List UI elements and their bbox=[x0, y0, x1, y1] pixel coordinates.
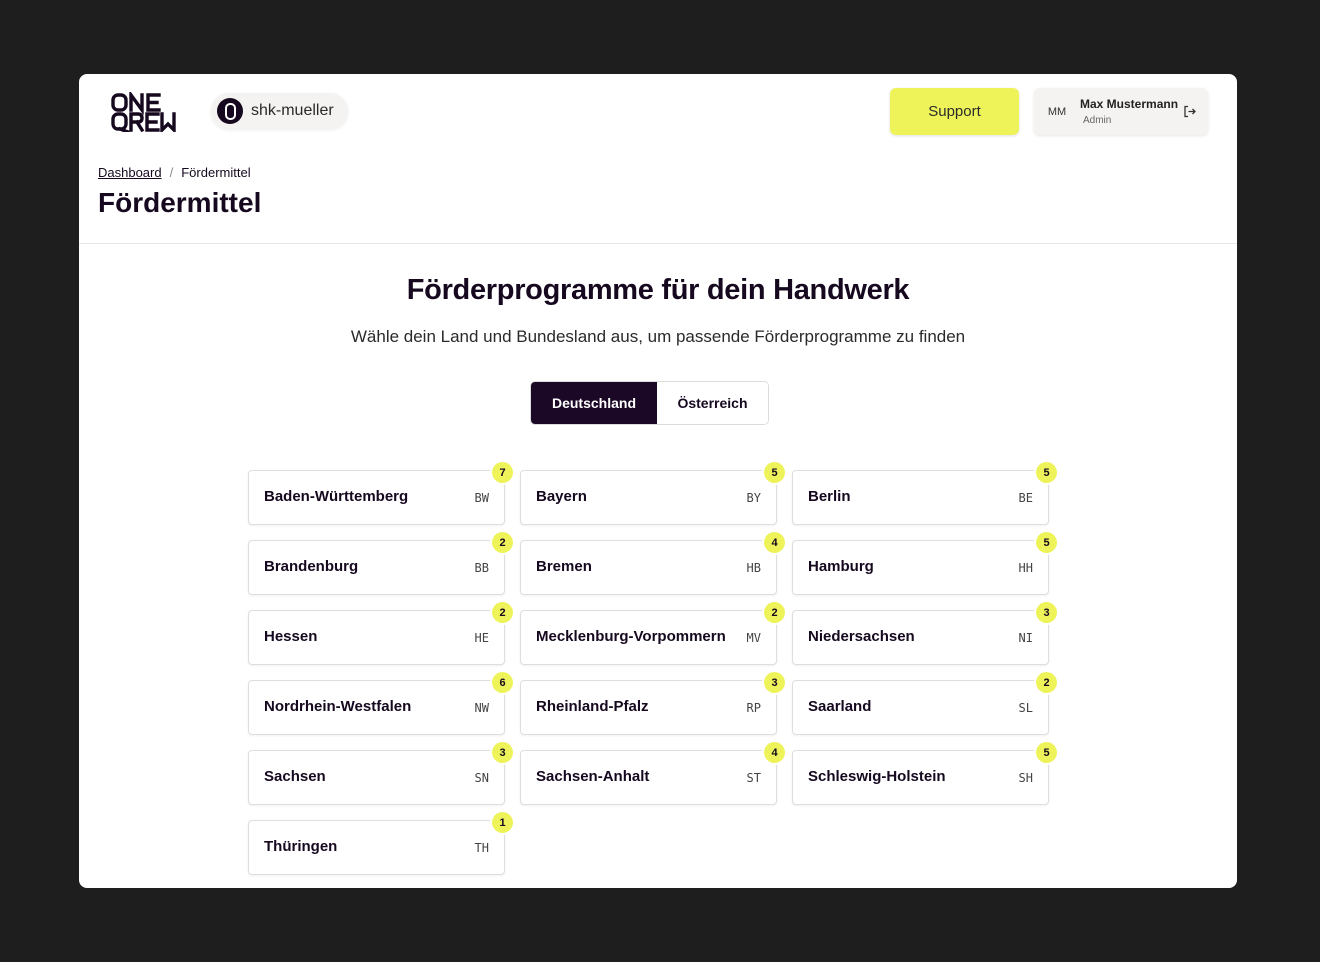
header-divider bbox=[79, 243, 1237, 244]
program-count-badge: 5 bbox=[764, 462, 785, 483]
country-toggle: Deutschland Österreich bbox=[530, 381, 769, 425]
state-code: NI bbox=[1018, 631, 1033, 645]
state-code: TH bbox=[474, 841, 489, 855]
state-name: Nordrhein-Westfalen bbox=[264, 698, 412, 715]
state-name: Hamburg bbox=[808, 558, 874, 575]
state-name: Rheinland-Pfalz bbox=[536, 698, 649, 715]
state-card-sachsen-anhalt[interactable]: Sachsen-Anhalt ST 4 bbox=[520, 742, 785, 805]
state-card-sachsen[interactable]: Sachsen SN 3 bbox=[248, 742, 513, 805]
state-code: BY bbox=[746, 491, 761, 505]
state-name: Saarland bbox=[808, 698, 872, 715]
user-role: Admin bbox=[1083, 115, 1112, 126]
program-count-badge: 2 bbox=[492, 532, 513, 553]
app-window: shk-mueller Support MM Max Mustermann Ad… bbox=[79, 74, 1237, 888]
state-code: SH bbox=[1018, 771, 1033, 785]
program-count-badge: 7 bbox=[492, 462, 513, 483]
state-code: HB bbox=[746, 561, 761, 575]
state-name: Niedersachsen bbox=[808, 628, 915, 645]
program-count-badge: 3 bbox=[764, 672, 785, 693]
state-name: Berlin bbox=[808, 488, 851, 505]
workspace-icon bbox=[217, 98, 243, 124]
program-count-badge: 5 bbox=[1036, 462, 1057, 483]
state-name: Bayern bbox=[536, 488, 587, 505]
state-card-rheinland-pfalz[interactable]: Rheinland-Pfalz RP 3 bbox=[520, 672, 785, 735]
avatar: MM bbox=[1047, 105, 1067, 118]
program-count-badge: 4 bbox=[764, 532, 785, 553]
breadcrumb: Dashboard / Fördermittel bbox=[98, 165, 251, 180]
breadcrumb-separator: / bbox=[169, 165, 174, 180]
state-grid: Baden-Württemberg BW 7 Bayern BY 5 Berli… bbox=[248, 462, 1057, 875]
breadcrumb-current: Fördermittel bbox=[181, 165, 251, 180]
state-card-berlin[interactable]: Berlin BE 5 bbox=[792, 462, 1057, 525]
state-code: SN bbox=[474, 771, 489, 785]
onequrew-logo[interactable] bbox=[111, 92, 185, 132]
state-name: Hessen bbox=[264, 628, 318, 645]
state-name: Baden-Württemberg bbox=[264, 488, 409, 505]
workspace-name: shk-mueller bbox=[251, 102, 334, 119]
state-code: BB bbox=[474, 561, 489, 575]
program-count-badge: 3 bbox=[1036, 602, 1057, 623]
state-name: Sachsen bbox=[264, 768, 326, 785]
state-code: RP bbox=[746, 701, 761, 715]
program-count-badge: 2 bbox=[764, 602, 785, 623]
state-code: SL bbox=[1018, 701, 1033, 715]
state-card-schleswig-holstein[interactable]: Schleswig-Holstein SH 5 bbox=[792, 742, 1057, 805]
state-card-hamburg[interactable]: Hamburg HH 5 bbox=[792, 532, 1057, 595]
workspace-selector[interactable]: shk-mueller bbox=[211, 93, 348, 129]
state-card-mecklenburg-vorpommern[interactable]: Mecklenburg-Vorpommern MV 2 bbox=[520, 602, 785, 665]
breadcrumb-dashboard-link[interactable]: Dashboard bbox=[98, 165, 162, 180]
state-name: Schleswig-Holstein bbox=[808, 768, 946, 785]
program-count-badge: 4 bbox=[764, 742, 785, 763]
state-code: HE bbox=[474, 631, 489, 645]
state-code: MV bbox=[746, 631, 761, 645]
program-count-badge: 1 bbox=[492, 812, 513, 833]
state-card-hessen[interactable]: Hessen HE 2 bbox=[248, 602, 513, 665]
user-menu[interactable]: MM Max Mustermann Admin bbox=[1034, 88, 1208, 135]
program-count-badge: 3 bbox=[492, 742, 513, 763]
state-code: NW bbox=[474, 701, 489, 715]
state-name: Thüringen bbox=[264, 838, 338, 855]
page-title: Fördermittel bbox=[98, 187, 262, 218]
state-card-niedersachsen[interactable]: Niedersachsen NI 3 bbox=[792, 602, 1057, 665]
support-button[interactable]: Support bbox=[890, 88, 1019, 135]
program-count-badge: 5 bbox=[1036, 532, 1057, 553]
state-name: Bremen bbox=[536, 558, 592, 575]
section-heading: Förderprogramme für dein Handwerk bbox=[406, 274, 910, 306]
top-bar: shk-mueller Support MM Max Mustermann Ad… bbox=[79, 74, 1237, 154]
program-count-badge: 2 bbox=[1036, 672, 1057, 693]
state-card-bremen[interactable]: Bremen HB 4 bbox=[520, 532, 785, 595]
state-name: Mecklenburg-Vorpommern bbox=[536, 628, 726, 645]
state-name: Sachsen-Anhalt bbox=[536, 768, 650, 785]
state-card-nordrhein-westfalen[interactable]: Nordrhein-Westfalen NW 6 bbox=[248, 672, 513, 735]
country-tab-deutschland[interactable]: Deutschland bbox=[531, 382, 657, 424]
program-count-badge: 5 bbox=[1036, 742, 1057, 763]
state-code: HH bbox=[1018, 561, 1033, 575]
program-count-badge: 2 bbox=[492, 602, 513, 623]
state-card-bayern[interactable]: Bayern BY 5 bbox=[520, 462, 785, 525]
state-card-brandenburg[interactable]: Brandenburg BB 2 bbox=[248, 532, 513, 595]
state-code: BW bbox=[474, 491, 489, 505]
state-card-saarland[interactable]: Saarland SL 2 bbox=[792, 672, 1057, 735]
state-name: Brandenburg bbox=[264, 558, 359, 575]
section-subheading: Wähle dein Land und Bundesland aus, um p… bbox=[350, 327, 966, 346]
state-card-thueringen[interactable]: Thüringen TH 1 bbox=[248, 812, 513, 875]
logout-icon[interactable] bbox=[1183, 105, 1196, 118]
program-count-badge: 6 bbox=[492, 672, 513, 693]
state-code: ST bbox=[746, 771, 761, 785]
user-name: Max Mustermann bbox=[1080, 97, 1179, 111]
country-tab-oesterreich[interactable]: Österreich bbox=[657, 382, 768, 424]
state-code: BE bbox=[1018, 491, 1033, 505]
user-info: Max Mustermann Admin bbox=[1080, 97, 1178, 126]
state-card-baden-wuerttemberg[interactable]: Baden-Württemberg BW 7 bbox=[248, 462, 513, 525]
